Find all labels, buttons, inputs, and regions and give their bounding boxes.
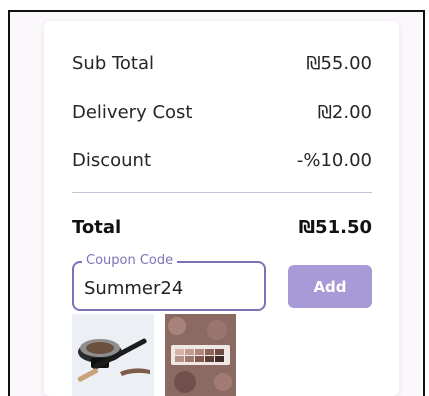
summary-divider [72, 192, 372, 193]
order-summary-card: Sub Total ₪55.00 Delivery Cost ₪2.00 Dis… [44, 21, 399, 396]
subtotal-row: Sub Total ₪55.00 [72, 49, 372, 77]
total-row: Total ₪51.50 [72, 213, 372, 241]
coupon-code-label: Coupon Code [82, 252, 178, 270]
subtotal-label: Sub Total [72, 52, 155, 74]
eyeshadow-palette-image [165, 314, 236, 396]
product-thumbnail-brow-pomade[interactable] [72, 314, 154, 396]
add-coupon-button[interactable]: Add [288, 265, 372, 308]
coupon-code-input[interactable] [84, 275, 254, 301]
delivery-cost-label: Delivery Cost [72, 101, 193, 123]
discount-value: -%10.00 [296, 149, 372, 171]
total-label: Total [72, 216, 122, 238]
discount-label: Discount [72, 149, 152, 171]
total-value: ₪51.50 [298, 216, 372, 238]
subtotal-value: ₪55.00 [306, 52, 372, 74]
product-thumbnail-eyeshadow-palette[interactable] [165, 314, 236, 396]
brow-pomade-and-brush-image [72, 314, 154, 396]
delivery-cost-row: Delivery Cost ₪2.00 [72, 98, 372, 126]
delivery-cost-value: ₪2.00 [317, 101, 372, 123]
coupon-code-field[interactable]: Coupon Code [72, 252, 266, 311]
discount-row: Discount -%10.00 [72, 146, 372, 174]
